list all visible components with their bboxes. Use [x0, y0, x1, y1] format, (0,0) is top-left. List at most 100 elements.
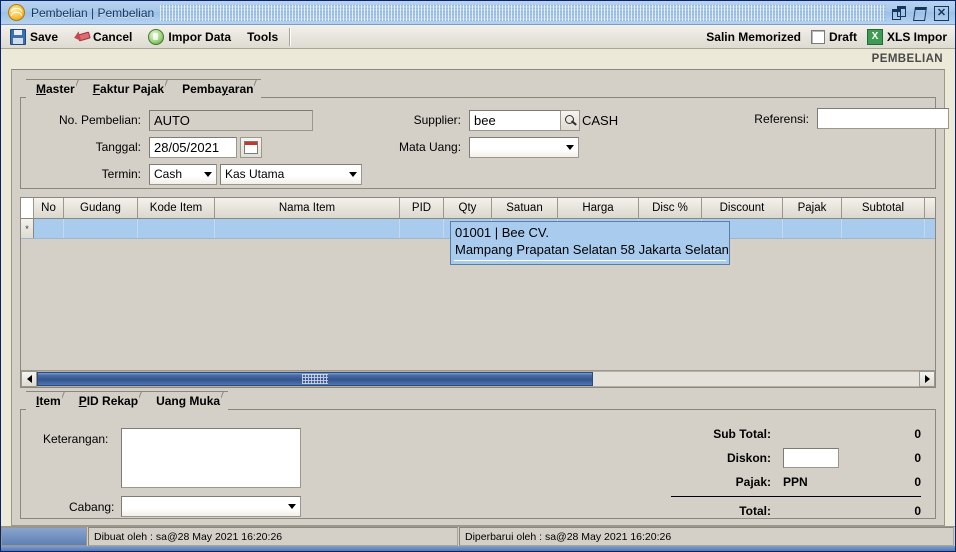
- col-gudang[interactable]: Gudang: [64, 198, 138, 218]
- scrollbar-grip-icon: [302, 374, 328, 384]
- totals-divider: [671, 496, 921, 497]
- cell-nama-item[interactable]: [215, 219, 400, 238]
- draft-checkbox[interactable]: Draft: [811, 30, 857, 44]
- col-disc-pct[interactable]: Disc %: [639, 198, 702, 218]
- impor-data-label: Impor Data: [168, 30, 231, 44]
- search-icon[interactable]: [561, 110, 580, 131]
- mata-uang-select[interactable]: [469, 137, 579, 158]
- mata-uang-label: Mata Uang:: [399, 140, 469, 154]
- col-satuan[interactable]: Satuan: [492, 198, 558, 218]
- toolbar-divider: [289, 28, 291, 46]
- cell-no[interactable]: [34, 219, 64, 238]
- tanggal-input[interactable]: 28/05/2021: [149, 137, 237, 158]
- import-icon: [148, 29, 164, 45]
- draft-checkbox-box[interactable]: [811, 30, 825, 44]
- diskon-value: 0: [881, 451, 921, 465]
- chevron-down-icon: [288, 504, 296, 509]
- col-no[interactable]: No: [34, 198, 64, 218]
- window-controls: ✕: [892, 6, 948, 19]
- content-area: PEMBELIAN MMasteraster Faktur Pajak Pemb…: [1, 49, 955, 551]
- col-harga[interactable]: Harga: [558, 198, 639, 218]
- col-kode-item[interactable]: Kode Item: [138, 198, 215, 218]
- total-row-subtotal: Sub Total: 0: [671, 422, 921, 446]
- col-subtotal[interactable]: Subtotal: [842, 198, 925, 218]
- autocomplete-option-code[interactable]: 01001 | Bee CV.: [451, 224, 729, 241]
- cancel-button-label: Cancel: [93, 30, 132, 44]
- scrollbar-track[interactable]: [37, 371, 919, 387]
- cell-kode-item[interactable]: [138, 219, 215, 238]
- arrow-right-icon: [925, 375, 930, 383]
- tab-master[interactable]: MMasteraster: [26, 79, 83, 98]
- tools-button[interactable]: Tools: [240, 27, 285, 47]
- no-pembelian-input[interactable]: AUTO: [149, 110, 313, 131]
- col-discount[interactable]: Discount: [702, 198, 783, 218]
- cell-pid[interactable]: [400, 219, 444, 238]
- maximize-window-icon[interactable]: [913, 6, 927, 19]
- chevron-down-icon: [204, 172, 212, 177]
- termin-type-value: Cash: [154, 167, 182, 181]
- tools-label: Tools: [247, 30, 278, 44]
- keterangan-textarea[interactable]: [121, 428, 301, 488]
- cell-filler: [925, 219, 935, 238]
- app-icon: [8, 4, 25, 21]
- toolbar-right-group: Salin Memorized Draft XLS Impor: [706, 29, 947, 45]
- termin-account-value: Kas Utama: [225, 167, 284, 181]
- xls-impor-button[interactable]: XLS Impor: [867, 29, 947, 45]
- diskon-input[interactable]: [783, 448, 839, 468]
- autocomplete-option-address[interactable]: Mampang Prapatan Selatan 58 Jakarta Sela…: [451, 241, 729, 258]
- pajak-type-label: PPN: [783, 475, 808, 489]
- autocomplete-divider: [454, 260, 726, 261]
- save-button[interactable]: Save: [3, 27, 65, 47]
- title-bar: Pembelian | Pembelian ✕: [1, 1, 955, 25]
- restore-window-icon[interactable]: [892, 6, 906, 19]
- referensi-label: Referensi:: [733, 112, 817, 126]
- cell-gudang[interactable]: [64, 219, 138, 238]
- master-form: No. Pembelian: AUTO Tanggal: 28/05/2021 …: [20, 97, 936, 189]
- col-pid[interactable]: PID: [400, 198, 444, 218]
- total-value: 0: [881, 504, 921, 518]
- cell-subtotal[interactable]: [842, 219, 925, 238]
- termin-type-select[interactable]: Cash: [149, 164, 217, 185]
- col-pajak[interactable]: Pajak: [783, 198, 842, 218]
- scroll-right-button[interactable]: [919, 371, 935, 387]
- cell-pajak[interactable]: [783, 219, 842, 238]
- cabang-select[interactable]: [121, 496, 301, 517]
- tab-uang-muka[interactable]: Uang Muka: [146, 391, 228, 410]
- scrollbar-thumb[interactable]: [37, 372, 593, 386]
- supplier-label: Supplier:: [399, 113, 469, 127]
- status-bar: Dibuat oleh : sa@28 May 2021 16:20:26 Di…: [1, 526, 955, 546]
- tab-item[interactable]: Item: [26, 391, 69, 410]
- master-tabstrip: MMasteraster Faktur Pajak Pembayaran: [26, 78, 936, 98]
- scroll-left-button[interactable]: [21, 371, 37, 387]
- grid-horizontal-scrollbar[interactable]: [21, 370, 935, 387]
- total-label: Total:: [671, 504, 779, 518]
- module-title: PEMBELIAN: [1, 49, 955, 69]
- cancel-button[interactable]: Cancel: [67, 27, 139, 47]
- referensi-input[interactable]: [817, 108, 949, 129]
- pajak-value: 0: [881, 475, 921, 489]
- row-marker[interactable]: *: [21, 219, 34, 238]
- supplier-cash-label: CASH: [582, 113, 618, 128]
- tab-pembayaran[interactable]: Pembayaran: [172, 79, 261, 98]
- col-qty[interactable]: Qty: [444, 198, 492, 218]
- sub-total-label: Sub Total:: [671, 427, 779, 441]
- window-title: Pembelian | Pembelian: [31, 6, 154, 20]
- supplier-input[interactable]: bee: [469, 110, 561, 131]
- tab-faktur-pajak[interactable]: Faktur Pajak: [83, 79, 172, 98]
- calendar-button[interactable]: [240, 137, 262, 158]
- field-supplier: Supplier: bee CASH: [399, 108, 618, 132]
- supplier-autocomplete-dropdown[interactable]: 01001 | Bee CV. Mampang Prapatan Selatan…: [450, 221, 730, 265]
- toolbar: Save Cancel Impor Data Tools Salin Memor…: [1, 25, 955, 49]
- salin-memorized-button[interactable]: Salin Memorized: [706, 30, 801, 44]
- tab-pid-rekap[interactable]: PID Rekap: [69, 391, 146, 410]
- col-nama-item[interactable]: Nama Item: [215, 198, 400, 218]
- close-window-icon[interactable]: ✕: [934, 6, 948, 19]
- detail-panel: Keterangan: Cabang: Sub Total: 0 Diskon:: [20, 409, 936, 519]
- grid-header-row: No Gudang Kode Item Nama Item PID Qty Sa…: [21, 198, 935, 219]
- termin-account-select[interactable]: Kas Utama: [220, 164, 362, 185]
- impor-data-button[interactable]: Impor Data: [141, 27, 238, 47]
- keterangan-label: Keterangan:: [43, 432, 108, 446]
- status-progress-indicator: [1, 527, 87, 546]
- total-row-total: Total: 0: [671, 499, 921, 523]
- application-window: Pembelian | Pembelian ✕ Save Cancel Impo…: [0, 0, 956, 552]
